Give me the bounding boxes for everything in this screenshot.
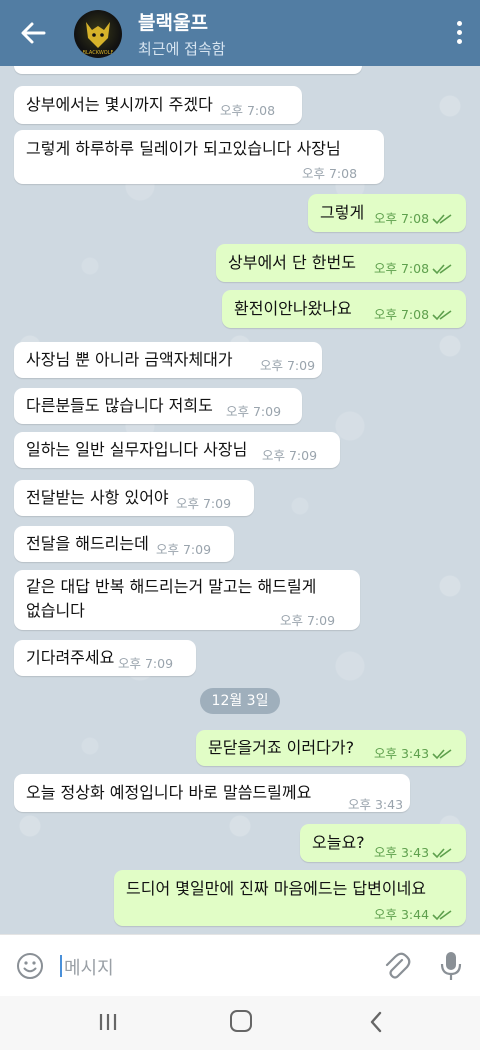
double-check-icon bbox=[432, 214, 452, 225]
message-text: 상부에서는 몇시까지 주겠다 bbox=[26, 95, 213, 114]
double-check-icon bbox=[432, 310, 452, 321]
date-divider: 12월 3일 bbox=[200, 688, 280, 714]
message-time: 오후 7:09 bbox=[118, 656, 174, 671]
message-bubble[interactable]: 상부에서는 몇시까지 주겠다 오후 7:08 bbox=[14, 86, 302, 124]
message-text: 전달받는 사항 있어야 bbox=[26, 488, 169, 507]
message-bubble[interactable]: 다른분들도 많습니다 저희도 오후 7:09 bbox=[14, 388, 302, 424]
last-seen-status: 최근에 접속함 bbox=[138, 40, 226, 58]
emoji-icon[interactable] bbox=[16, 952, 44, 980]
paperclip-icon[interactable] bbox=[381, 951, 411, 981]
message-text: 다른분들도 많습니다 저희도 bbox=[26, 396, 213, 415]
message-time: 오후 3:43 bbox=[348, 797, 404, 812]
message-time: 오후 3:43 bbox=[374, 746, 430, 761]
message-text-line2: 없습니다 bbox=[26, 601, 85, 620]
message-bubble[interactable]: 전달받는 사항 있어야 오후 7:09 bbox=[14, 480, 254, 516]
message-bubble[interactable]: 기다려주세요 오후 7:09 bbox=[14, 640, 196, 676]
chat-title[interactable]: 블랙울프 bbox=[138, 8, 208, 35]
message-time: 오후 7:09 bbox=[262, 448, 318, 463]
text-cursor bbox=[60, 955, 62, 977]
wolf-logo-icon: BLACKWOLF bbox=[83, 22, 114, 56]
message-time: 오후 7:08 bbox=[374, 261, 430, 276]
message-bubble[interactable]: 문닫을거죠 이러다가? 오후 3:43 bbox=[196, 730, 466, 766]
message-bubble[interactable]: 환전이안나왔나요 오후 7:08 bbox=[222, 290, 466, 328]
message-bubble[interactable]: 같은 대답 반복 해드리는거 말고는 해드릴게 없습니다 오후 7:09 bbox=[14, 570, 360, 630]
nav-home-icon[interactable] bbox=[230, 1010, 252, 1032]
message-bubble[interactable]: 그렇게 오후 7:08 bbox=[308, 194, 466, 232]
message-text: 상부에서 단 한번도 bbox=[228, 253, 356, 272]
message-time: 오후 7:09 bbox=[176, 496, 232, 511]
message-time: 오후 7:08 bbox=[302, 166, 358, 181]
message-text: 기다려주세요 bbox=[26, 648, 115, 667]
microphone-icon[interactable] bbox=[438, 950, 464, 982]
more-vert-icon[interactable] bbox=[456, 21, 462, 47]
message-time: 오후 3:43 bbox=[374, 845, 430, 860]
double-check-icon bbox=[432, 848, 452, 859]
message-time: 오후 7:08 bbox=[374, 307, 430, 322]
message-text: 환전이안나왔나요 bbox=[234, 299, 352, 318]
message-bubble[interactable]: 드디어 몇일만에 진짜 마음에드는 답변이네요 오후 3:44 bbox=[114, 870, 466, 926]
message-bubble[interactable]: 일하는 일반 실무자입니다 사장님 오후 7:09 bbox=[14, 432, 340, 468]
back-arrow-icon[interactable] bbox=[18, 18, 48, 48]
message-text: 사장님 뿐 아니라 금액자체대가 bbox=[26, 350, 233, 369]
double-check-icon bbox=[432, 264, 452, 275]
message-text: 전달을 해드리는데 bbox=[26, 534, 149, 553]
message-time: 오후 7:08 bbox=[374, 211, 430, 226]
double-check-icon bbox=[432, 749, 452, 760]
message-bubble[interactable]: 오늘 정상화 예정입니다 바로 말씀드릴께요 오후 3:43 bbox=[14, 774, 410, 812]
message-bubble[interactable]: 사장님 뿐 아니라 금액자체대가 오후 7:09 bbox=[14, 342, 322, 378]
double-check-icon bbox=[432, 910, 452, 921]
message-text: 오늘 정상화 예정입니다 바로 말씀드릴께요 bbox=[26, 783, 312, 802]
system-nav-bar bbox=[0, 996, 480, 1050]
message-input[interactable]: 메시지 bbox=[64, 954, 114, 980]
message-text: 일하는 일반 실무자입니다 사장님 bbox=[26, 440, 248, 459]
message-time: 오후 7:09 bbox=[226, 404, 282, 419]
message-text: 문닫을거죠 이러다가? bbox=[208, 738, 355, 757]
chat-header: BLACKWOLF 블랙울프 최근에 접속함 bbox=[0, 0, 480, 66]
message-bubble[interactable]: 오늘요? 오후 3:43 bbox=[300, 824, 466, 862]
message-text: 드디어 몇일만에 진짜 마음에드는 답변이네요 bbox=[126, 879, 427, 898]
message-list[interactable]: 상부에서는 몇시까지 주겠다 오후 7:08 그렇게 하루하루 딜레이가 되고있… bbox=[0, 66, 480, 934]
message-bubble-partial bbox=[14, 66, 362, 74]
message-text: 그렇게 하루하루 딜레이가 되고있습니다 사장님 bbox=[26, 139, 341, 158]
svg-text:BLACKWOLF: BLACKWOLF bbox=[83, 50, 114, 56]
avatar[interactable]: BLACKWOLF bbox=[74, 10, 122, 58]
message-text: 같은 대답 반복 해드리는거 말고는 해드릴게 bbox=[26, 577, 317, 596]
message-time: 오후 3:44 bbox=[374, 907, 430, 922]
message-bubble[interactable]: 전달을 해드리는데 오후 7:09 bbox=[14, 526, 234, 562]
message-time: 오후 7:08 bbox=[220, 103, 276, 118]
message-bubble[interactable]: 상부에서 단 한번도 오후 7:08 bbox=[216, 244, 466, 282]
message-text: 오늘요? bbox=[312, 833, 365, 852]
message-bubble[interactable]: 그렇게 하루하루 딜레이가 되고있습니다 사장님 오후 7:08 bbox=[14, 130, 384, 184]
message-time: 오후 7:09 bbox=[260, 358, 316, 373]
message-time: 오후 7:09 bbox=[280, 613, 336, 628]
message-time: 오후 7:09 bbox=[156, 542, 212, 557]
message-text: 그렇게 bbox=[320, 203, 365, 222]
nav-back-icon[interactable] bbox=[368, 1010, 384, 1034]
nav-recent-icon[interactable] bbox=[98, 1012, 118, 1032]
message-composer: 메시지 bbox=[0, 934, 480, 996]
